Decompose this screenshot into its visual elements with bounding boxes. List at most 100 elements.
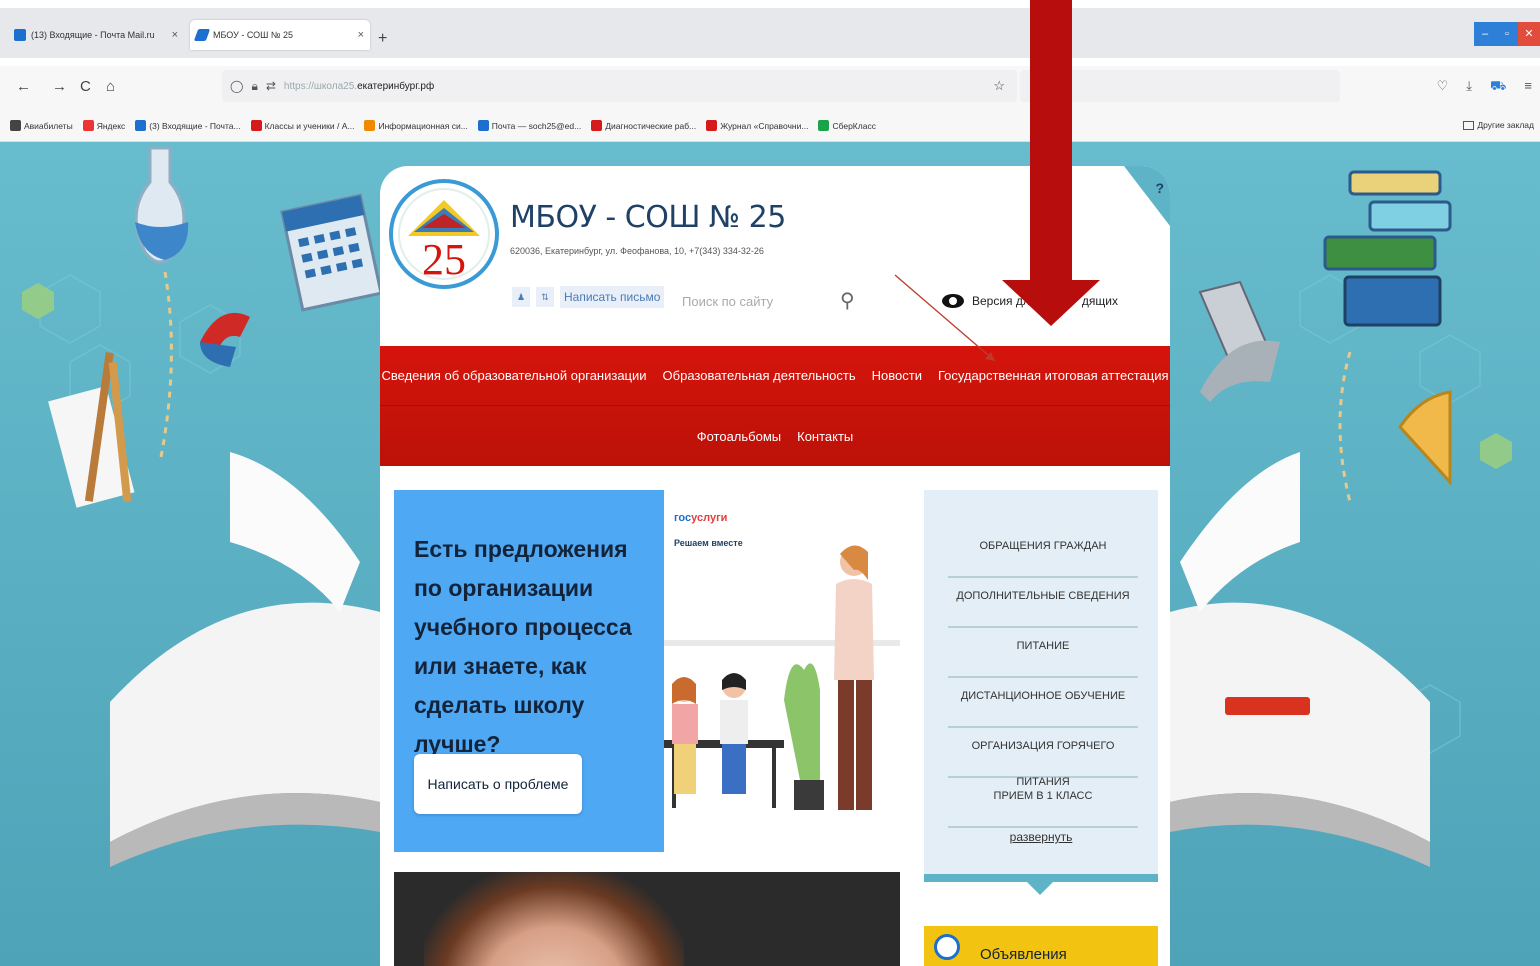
bookmark-label: (3) Входящие - Почта...: [149, 120, 241, 131]
expand-link[interactable]: развернуть: [924, 830, 1158, 844]
bookmark-label: Классы и ученики / А...: [264, 120, 355, 131]
close-window-button[interactable]: ✕: [1518, 22, 1540, 46]
pen-icon: [193, 29, 211, 41]
bookmark-item[interactable]: Авиабилеты: [10, 120, 73, 131]
sidebar-link[interactable]: ОРГАНИЗАЦИЯ ГОРЯЧЕГО ПИТАНИЯ: [948, 728, 1138, 788]
tab-mail[interactable]: (13) Входящие - Почта Mail.ru ×: [8, 20, 184, 50]
forward-button[interactable]: →: [52, 78, 67, 95]
bookmark-favicon-icon: [135, 120, 147, 131]
bookmark-item[interactable]: Журнал «Справочни...: [706, 120, 808, 131]
minimize-button[interactable]: –: [1474, 22, 1496, 46]
folder-icon: [1463, 120, 1475, 130]
tab-mail-title: (13) Входящие - Почта Mail.ru: [31, 30, 155, 40]
bookmark-item[interactable]: Классы и ученики / А...: [250, 120, 355, 131]
bookmark-item[interactable]: СберКласс: [818, 120, 876, 131]
report-problem-button[interactable]: Написать о проблеме: [414, 754, 582, 814]
sidebar-link[interactable]: ОБРАЩЕНИЯ ГРАЖДАН: [948, 528, 1138, 578]
bookmark-item[interactable]: Информационная си...: [364, 120, 468, 131]
menu-item[interactable]: Новости: [872, 368, 922, 383]
announcements-block[interactable]: Объявления: [924, 926, 1158, 966]
vision-label-end: дящих: [1081, 294, 1118, 308]
reload-button[interactable]: C: [80, 78, 91, 95]
download-icon[interactable]: ⤓: [1466, 78, 1472, 96]
bookmark-favicon-icon: [10, 120, 21, 131]
sitemap-icon[interactable]: ♟: [512, 287, 530, 307]
site-card: ? 25 МБОУ - СОШ № 25 620036, Екатеринбур…: [380, 166, 1170, 966]
sidebar-link[interactable]: ДИСТАНЦИОННОЕ ОБУЧЕНИЕ: [948, 678, 1138, 728]
bookmark-label: Информационная си...: [378, 120, 468, 131]
photo-face: [424, 872, 684, 966]
browser-tab-bar: (13) Входящие - Почта Mail.ru × МБОУ - С…: [0, 0, 1540, 58]
bookmark-favicon-icon: [82, 120, 94, 131]
search-icon[interactable]: ⚲: [840, 288, 855, 313]
menu-item[interactable]: Образовательная деятельность: [663, 368, 856, 383]
mail-icon: [14, 29, 26, 41]
toolbar-right: ♡ ⤓ ⛟ ≡: [1437, 78, 1532, 96]
browser-search-bar[interactable]: [1020, 70, 1340, 102]
sidebar-link[interactable]: ДОПОЛНИТЕЛЬНЫЕ СВЕДЕНИЯ: [948, 578, 1138, 628]
url-path: екатеринбург.рф: [357, 80, 435, 92]
banner-text-panel: Есть предложения по организации учебного…: [394, 490, 664, 852]
bookmark-item[interactable]: Диагностические раб...: [591, 120, 696, 131]
bookmark-item[interactable]: (3) Входящие - Почта...: [135, 120, 241, 131]
web-page: ? 25 МБОУ - СОШ № 25 620036, Екатеринбур…: [0, 142, 1540, 966]
maximize-button[interactable]: ▫: [1496, 22, 1518, 46]
bookmark-item[interactable]: Яндекс: [82, 120, 125, 131]
main-menu: Сведения об образовательной организации О…: [380, 346, 1170, 466]
site-search-input[interactable]: Поиск по сайту: [682, 294, 773, 309]
tab-close-icon[interactable]: ×: [158, 29, 178, 41]
sidebar-menu: ОБРАЩЕНИЯ ГРАЖДАН ДОПОЛНИТЕЛЬНЫЕ СВЕДЕНИЯ…: [924, 490, 1158, 895]
other-bookmarks[interactable]: Другие заклад: [1463, 120, 1534, 130]
bookmark-label: Журнал «Справочни...: [720, 120, 809, 131]
other-bookmarks-label: Другие заклад: [1477, 120, 1534, 130]
bookmark-star-icon[interactable]: ☆: [993, 78, 1005, 94]
bookmark-favicon-icon: [364, 120, 376, 131]
sidebar-link[interactable]: ПРИЕМ В 1 КЛАСС: [948, 778, 1138, 828]
help-icon: ?: [1155, 180, 1164, 196]
menu-item[interactable]: Сведения об образовательной организации: [382, 368, 647, 383]
header-tools: ♟ ⇅ Написать письмо: [512, 286, 665, 308]
sidebar-link[interactable]: ПИТАНИЕ: [948, 628, 1138, 678]
new-tab-button[interactable]: +: [378, 30, 387, 48]
address-bar[interactable]: ◯ 🔒︎ ⇄ https://школа25. екатеринбург.рф ☆: [222, 70, 1017, 102]
menu-item[interactable]: Контакты: [797, 429, 853, 444]
site-title[interactable]: МБОУ - СОШ № 25: [510, 200, 786, 235]
bookmark-item[interactable]: Почта — soch25@ed...: [477, 120, 582, 131]
tab-school-title: МБОУ - СОШ № 25: [213, 30, 294, 40]
window-controls: – ▫ ✕: [1474, 22, 1540, 46]
bookmark-favicon-icon: [250, 120, 262, 131]
caret-down-icon: [1027, 882, 1053, 895]
pocket-icon[interactable]: ♡: [1437, 78, 1449, 96]
banner-text: Есть предложения по организации учебного…: [414, 536, 632, 757]
news-photo[interactable]: [394, 872, 900, 966]
sidebar-links: ОБРАЩЕНИЯ ГРАЖДАН ДОПОЛНИТЕЛЬНЫЕ СВЕДЕНИЯ…: [948, 528, 1138, 828]
sort-icon[interactable]: ⇅: [536, 287, 554, 307]
menu-item[interactable]: Фотоальбомы: [697, 429, 781, 444]
menu-item[interactable]: Государственная итоговая аттестация: [938, 368, 1169, 383]
menu-icon[interactable]: ≡: [1524, 78, 1532, 96]
tab-close-icon[interactable]: ×: [344, 29, 364, 41]
help-tab[interactable]: ?: [1124, 166, 1170, 226]
school-logo[interactable]: 25: [388, 178, 500, 290]
main-menu-row2: Фотоальбомы Контакты: [380, 406, 1170, 466]
banner-illustration: госуслуги Решаем вместе: [664, 490, 900, 852]
cart-icon[interactable]: ⛟: [1490, 78, 1506, 96]
url-host: https://школа25.: [283, 80, 358, 92]
bookmark-label: Диагностические раб...: [605, 120, 697, 131]
eye-icon: [942, 294, 964, 308]
announcements-title: Объявления: [980, 946, 1067, 963]
bookmark-label: Авиабилеты: [24, 120, 73, 131]
back-button[interactable]: ←: [16, 78, 31, 95]
feedback-banner[interactable]: Есть предложения по организации учебного…: [394, 490, 900, 852]
visually-impaired-link[interactable]: Версия дл дящих: [942, 294, 1118, 308]
vision-label: Версия дл: [972, 294, 1030, 308]
bookmark-label: Почта — soch25@ed...: [491, 120, 582, 131]
permissions-icon: ⇄: [265, 79, 276, 93]
write-letter-button[interactable]: Написать письмо: [560, 286, 665, 308]
home-button[interactable]: ⌂: [106, 78, 115, 95]
lock-icon: 🔒︎: [251, 78, 258, 93]
shield-icon: ◯: [230, 79, 244, 93]
classroom-illustration: [664, 545, 900, 810]
tab-school[interactable]: МБОУ - СОШ № 25 ×: [190, 20, 370, 50]
bookmark-label: СберКласс: [832, 120, 876, 131]
